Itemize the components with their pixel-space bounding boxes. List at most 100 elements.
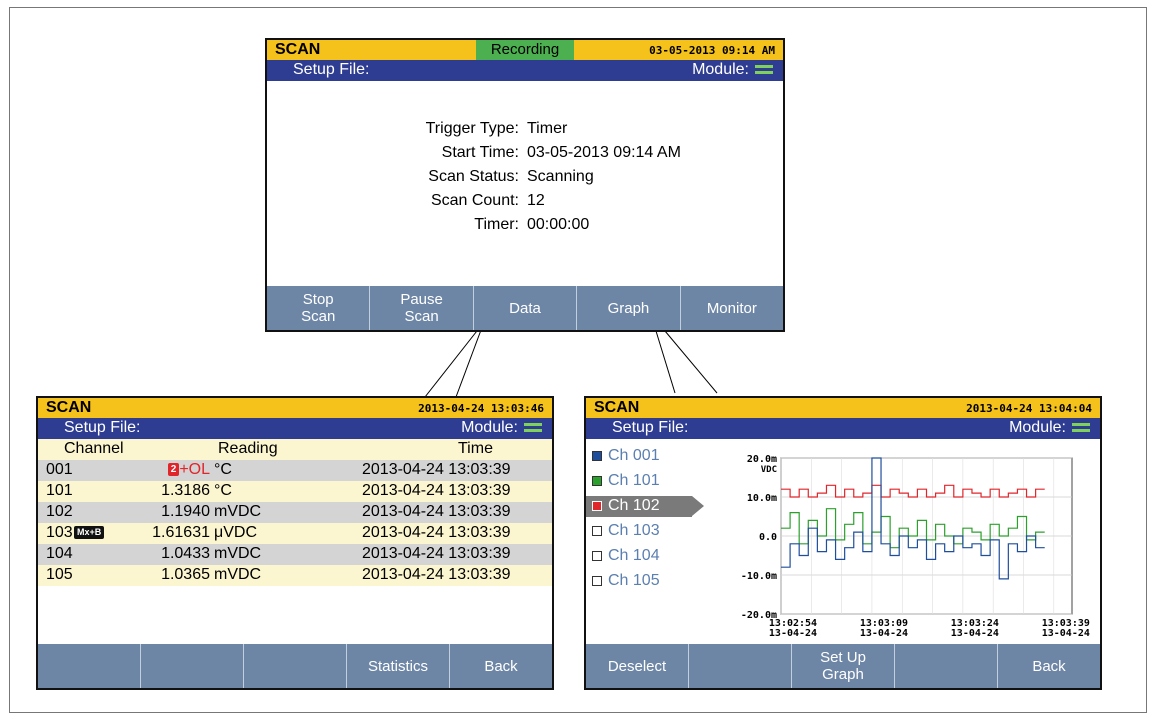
y-tick-label: -10.0m <box>741 571 777 582</box>
title-bar: SCAN 2013-04-24 13:04:04 <box>586 398 1100 418</box>
y-axis-label: VDC <box>761 465 777 475</box>
y-tick-label: 20.0m <box>747 454 777 465</box>
softkey-bar: Deselect Set Up Graph Back <box>586 644 1100 688</box>
row-channel: 104 <box>46 545 73 562</box>
title-bar: SCAN Recording 03-05-2013 09:14 AM <box>267 40 783 60</box>
row-channel: 102 <box>46 503 73 520</box>
setup-bar: Setup File: Module: <box>38 418 552 439</box>
setup-file-label: Setup File: <box>293 61 370 78</box>
row-reading: 1.61631 μVDC <box>152 524 272 542</box>
screen-title: SCAN <box>594 399 640 416</box>
reading-value: 1.0365 <box>161 566 210 583</box>
set-up-graph-button[interactable]: Set Up Graph <box>791 644 894 688</box>
module-icon <box>755 65 773 75</box>
module-label: Module: <box>1009 419 1066 436</box>
scan-data-screen: SCAN 2013-04-24 13:03:46 Setup File: Mod… <box>36 396 554 690</box>
table-row[interactable]: 102 1.1940 mVDC 2013-04-24 13:03:39 <box>38 502 552 523</box>
row-channel: 001 <box>46 461 73 478</box>
recording-status: Recording <box>476 40 574 60</box>
table-row[interactable]: 001 2 +OL °C 2013-04-24 13:03:39 <box>38 460 552 481</box>
row-reading: +OL °C <box>179 461 272 479</box>
screen-title: SCAN <box>275 41 321 58</box>
softkey-bar: Stop Scan Pause Scan Data Graph Monitor <box>267 286 783 330</box>
module-label: Module: <box>461 419 518 436</box>
reading-value: 1.1940 <box>161 503 210 520</box>
table-row[interactable]: 101 1.3186 °C 2013-04-24 13:03:39 <box>38 481 552 502</box>
reading-value: 1.61631 <box>152 524 210 541</box>
row-time: 2013-04-24 13:03:39 <box>362 545 511 562</box>
softkey-2-button[interactable] <box>688 644 791 688</box>
row-time: 2013-04-24 13:03:39 <box>362 524 511 541</box>
row-time: 2013-04-24 13:03:39 <box>362 566 511 583</box>
table-row[interactable]: 105 1.0365 mVDC 2013-04-24 13:03:39 <box>38 565 552 586</box>
data-button[interactable]: Data <box>472 286 577 330</box>
softkey-1-button[interactable] <box>38 644 140 688</box>
row-reading: 1.0433 mVDC <box>161 545 272 563</box>
softkey-2-button[interactable] <box>140 644 243 688</box>
x-tick-date-label: 13-04-24 <box>860 628 908 639</box>
back-button[interactable]: Back <box>449 644 552 688</box>
softkey-4-button[interactable] <box>894 644 997 688</box>
alarm-badge: 2 <box>168 463 179 476</box>
statistics-button[interactable]: Statistics <box>346 644 449 688</box>
scaling-badge: Mx+B <box>74 526 105 539</box>
header-reading: Reading <box>218 440 278 457</box>
reading-unit: °C <box>214 482 232 499</box>
y-tick-label: 10.0m <box>747 493 777 504</box>
reading-unit: mVDC <box>214 566 262 583</box>
datetime: 2013-04-24 13:04:04 <box>966 402 1092 415</box>
module-label: Module: <box>692 61 749 78</box>
module-icon <box>524 423 542 433</box>
info-scan-status: Scan Status: Scanning <box>428 168 594 185</box>
row-channel: 103 <box>46 524 73 541</box>
setup-file-label: Setup File: <box>612 419 689 436</box>
x-tick-date-label: 13-04-24 <box>769 628 817 639</box>
module-icon <box>1072 423 1090 433</box>
info-timer: Timer: 00:00:00 <box>474 216 590 233</box>
screen-title: SCAN <box>46 399 92 416</box>
back-button[interactable]: Back <box>997 644 1100 688</box>
header-channel: Channel <box>64 440 124 457</box>
info-scan-count: Scan Count: 12 <box>430 192 545 209</box>
row-channel: 101 <box>46 482 73 499</box>
setup-bar: Setup File: Module: <box>586 418 1100 439</box>
header-time: Time <box>458 440 493 457</box>
reading-value: +OL <box>179 461 210 478</box>
stop-scan-button[interactable]: Stop Scan <box>267 286 370 330</box>
table-header: Channel Reading Time <box>38 439 552 460</box>
info-trigger-type: Trigger Type: Timer <box>425 120 568 137</box>
x-tick-date-label: 13-04-24 <box>1042 628 1090 639</box>
row-time: 2013-04-24 13:03:39 <box>362 503 511 520</box>
graph-button[interactable]: Graph <box>576 286 680 330</box>
setup-file-label: Setup File: <box>64 419 141 436</box>
monitor-button[interactable]: Monitor <box>679 286 783 330</box>
title-bar: SCAN 2013-04-24 13:03:46 <box>38 398 552 418</box>
scan-graph-screen: SCAN 2013-04-24 13:04:04 Setup File: Mod… <box>584 396 1102 690</box>
softkey-3-button[interactable] <box>243 644 346 688</box>
reading-unit: °C <box>214 461 232 478</box>
datetime: 2013-04-24 13:03:46 <box>418 402 544 415</box>
row-time: 2013-04-24 13:03:39 <box>362 461 511 478</box>
y-tick-label: 0.0 <box>759 532 777 543</box>
channel-graph: 20.0m10.0m0.0-10.0m-20.0mVDC13:02:5413-0… <box>741 454 1090 639</box>
pause-scan-button[interactable]: Pause Scan <box>369 286 473 330</box>
row-reading: 1.3186 °C <box>161 482 272 500</box>
x-tick-date-label: 13-04-24 <box>951 628 999 639</box>
table-row[interactable]: 103 Mx+B 1.61631 μVDC 2013-04-24 13:03:39 <box>38 523 552 544</box>
reading-value: 1.3186 <box>161 482 210 499</box>
setup-bar: Setup File: Module: <box>267 60 783 81</box>
info-start-time: Start Time: 03-05-2013 09:14 AM <box>441 144 681 161</box>
scan-status-screen: SCAN Recording 03-05-2013 09:14 AM Setup… <box>265 38 785 332</box>
table-row[interactable]: 104 1.0433 mVDC 2013-04-24 13:03:39 <box>38 544 552 565</box>
datetime: 03-05-2013 09:14 AM <box>649 44 775 57</box>
row-time: 2013-04-24 13:03:39 <box>362 482 511 499</box>
softkey-bar: Statistics Back <box>38 644 552 688</box>
deselect-button[interactable]: Deselect <box>586 644 688 688</box>
row-reading: 1.0365 mVDC <box>161 566 272 584</box>
reading-unit: mVDC <box>214 503 262 520</box>
reading-value: 1.0433 <box>161 545 210 562</box>
reading-unit: mVDC <box>214 545 262 562</box>
row-channel: 105 <box>46 566 73 583</box>
reading-unit: μVDC <box>214 524 257 541</box>
row-reading: 1.1940 mVDC <box>161 503 272 521</box>
